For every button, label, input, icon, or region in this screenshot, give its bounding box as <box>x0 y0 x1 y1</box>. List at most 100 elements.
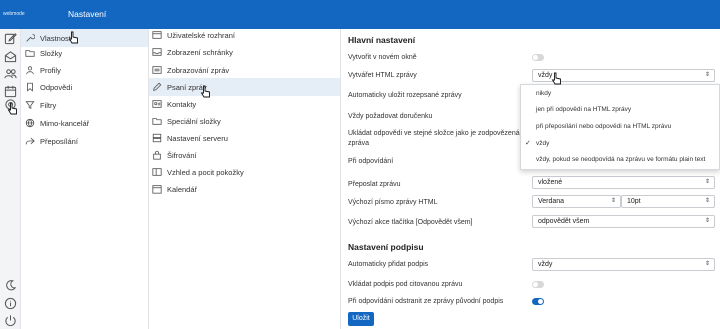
toggle-knob <box>538 299 543 304</box>
save-replies-label: Ukládat odpovědi ve stejné složce jako j… <box>348 130 520 147</box>
server-icon <box>152 133 162 143</box>
folders-icon <box>152 118 162 125</box>
check-icon: ✓ <box>525 140 531 147</box>
message-view-icon <box>152 66 162 74</box>
user-icon <box>26 66 34 75</box>
section-item-mimo-kancelar[interactable]: Mimo-kancelář <box>21 114 148 132</box>
reply-all-label: Výchozí akce tlačítka [Odpovědět všem] <box>348 219 473 226</box>
reply-all-select[interactable]: odpovědět všem ⇕ <box>532 215 715 228</box>
forward-icon <box>25 137 35 145</box>
app-logo: webmode <box>3 11 25 17</box>
auto-signature-select[interactable]: vždy ⇕ <box>532 258 715 271</box>
about-icon[interactable] <box>4 297 17 310</box>
settings-sections-list: Vlastnosti Složky Profily Odpovědi Filtr… <box>21 29 149 329</box>
pref-item-composing[interactable]: Psaní zpráv <box>149 78 340 96</box>
section-heading-main: Hlavní nastavení <box>348 35 416 45</box>
pref-item-encryption[interactable]: Šifrování <box>149 146 340 164</box>
dropdown-option[interactable]: při přeposílání nebo odpovědi na HTML zp… <box>536 123 671 130</box>
section-item-profily[interactable]: Profily <box>21 61 148 79</box>
dropdown-option[interactable]: nikdy <box>536 90 551 97</box>
font-family-value: Verdana <box>538 198 565 205</box>
section-item-label: Odpovědi <box>40 82 73 92</box>
html-compose-dropdown: nikdy jen při odpovědi na HTML zprávy př… <box>520 84 720 170</box>
forward-label: Přeposlat zprávu <box>348 181 401 188</box>
pref-item-skin[interactable]: Vzhled a pocit pokožky <box>149 163 340 181</box>
window-icon <box>152 31 162 39</box>
signature-below-toggle[interactable] <box>532 281 544 288</box>
pref-item-label: Zobrazování zpráv <box>167 65 230 75</box>
calendar-icon <box>152 185 162 194</box>
pref-item-label: Nastavení serveru <box>167 133 228 143</box>
dropdown-option[interactable]: jen při odpovědi na HTML zprávy <box>536 106 631 113</box>
select-arrows-icon: ⇕ <box>610 198 616 204</box>
pref-item-label: Uživatelské rozhraní <box>167 30 235 40</box>
auto-signature-value: vždy <box>538 261 553 268</box>
app-rail <box>0 29 21 329</box>
hand-cursor-icon <box>200 85 210 98</box>
pref-item-label: Vzhled a pocit pokožky <box>167 167 244 177</box>
pref-item-server-settings[interactable]: Nastavení serveru <box>149 129 340 147</box>
dropdown-option-selected[interactable]: vždy <box>536 140 549 147</box>
toggle-knob <box>533 282 538 287</box>
lock-icon <box>153 150 161 160</box>
contact-card-icon <box>152 100 162 108</box>
strip-signature-toggle[interactable] <box>532 298 544 305</box>
select-arrows-icon: ⇕ <box>704 198 710 204</box>
pref-item-label: Zobrazení schránky <box>167 47 233 57</box>
save-button[interactable]: Uložit <box>348 312 374 326</box>
autosave-label: Automaticky uložit rozepsané zprávy <box>348 92 462 99</box>
page-title: Nastavení <box>68 9 107 19</box>
pref-item-label: Kontakty <box>167 99 197 109</box>
section-item-filtry[interactable]: Filtry <box>21 96 148 114</box>
reply-all-value: odpovědět všem <box>538 218 590 225</box>
mailbox-icon <box>152 48 162 56</box>
new-window-toggle[interactable] <box>532 54 544 61</box>
pref-item-label: Kalendář <box>167 184 198 194</box>
font-size-select[interactable]: 10pt ⇕ <box>621 195 715 208</box>
toggle-knob <box>533 55 538 60</box>
strip-signature-label: Při odpovídání odstranit ze zprávy původ… <box>348 298 504 305</box>
section-item-odpovedi[interactable]: Odpovědi <box>21 78 148 96</box>
pref-item-label: Šifrování <box>167 150 197 160</box>
folder-icon <box>25 50 35 57</box>
hand-cursor-icon <box>7 102 17 115</box>
forward-select[interactable]: vložené ⇕ <box>532 176 715 189</box>
skin-icon <box>152 168 162 176</box>
pref-item-contacts[interactable]: Kontakty <box>149 95 340 113</box>
read-receipt-label: Vždy požadovat doručenku <box>348 113 433 120</box>
globe-icon <box>25 118 35 128</box>
header-bar: webmode Nastavení <box>0 0 720 29</box>
html-compose-label: Vytvářet HTML zprávy <box>348 72 417 79</box>
select-arrows-icon: ⇕ <box>704 261 710 267</box>
select-arrows-icon: ⇕ <box>704 218 710 224</box>
section-heading-signature: Nastavení podpisu <box>348 242 424 252</box>
section-item-preposilani[interactable]: Přeposílání <box>21 132 148 150</box>
forward-value: vložené <box>538 179 563 186</box>
section-item-label: Přeposílání <box>40 136 78 146</box>
pref-item-user-interface[interactable]: Uživatelské rozhraní <box>149 26 340 44</box>
auto-signature-label: Automaticky přidat podpis <box>348 261 429 268</box>
pref-item-calendar[interactable]: Kalendář <box>149 180 340 198</box>
font-size-value: 10pt <box>627 198 641 205</box>
bookmark-icon <box>27 82 33 92</box>
pref-item-mailbox-view[interactable]: Zobrazení schránky <box>149 43 340 61</box>
contacts-icon[interactable] <box>4 67 17 80</box>
calendar-icon[interactable] <box>4 85 17 98</box>
pref-item-message-view[interactable]: Zobrazování zpráv <box>149 61 340 79</box>
section-item-label: Filtry <box>40 100 57 110</box>
font-family-select[interactable]: Verdana ⇕ <box>532 195 621 208</box>
hand-cursor-icon <box>551 72 561 85</box>
filter-icon <box>25 101 35 110</box>
preferences-list: Uživatelské rozhraní Zobrazení schránky … <box>149 29 341 329</box>
mail-icon[interactable] <box>4 50 17 63</box>
select-arrows-icon: ⇕ <box>704 72 710 78</box>
dropdown-option[interactable]: vždy, pokud se neodpovídá na zprávu ve f… <box>536 156 705 163</box>
logout-icon[interactable] <box>4 314 17 327</box>
dark-mode-icon[interactable] <box>4 279 17 292</box>
pref-item-special-folders[interactable]: Speciální složky <box>149 112 340 130</box>
compose-icon[interactable] <box>4 32 17 45</box>
new-window-label: Vytvořit v novém okně <box>348 54 417 61</box>
section-item-slozky[interactable]: Složky <box>21 44 148 62</box>
section-item-label: Profily <box>40 65 61 75</box>
hand-cursor-icon <box>68 31 78 44</box>
